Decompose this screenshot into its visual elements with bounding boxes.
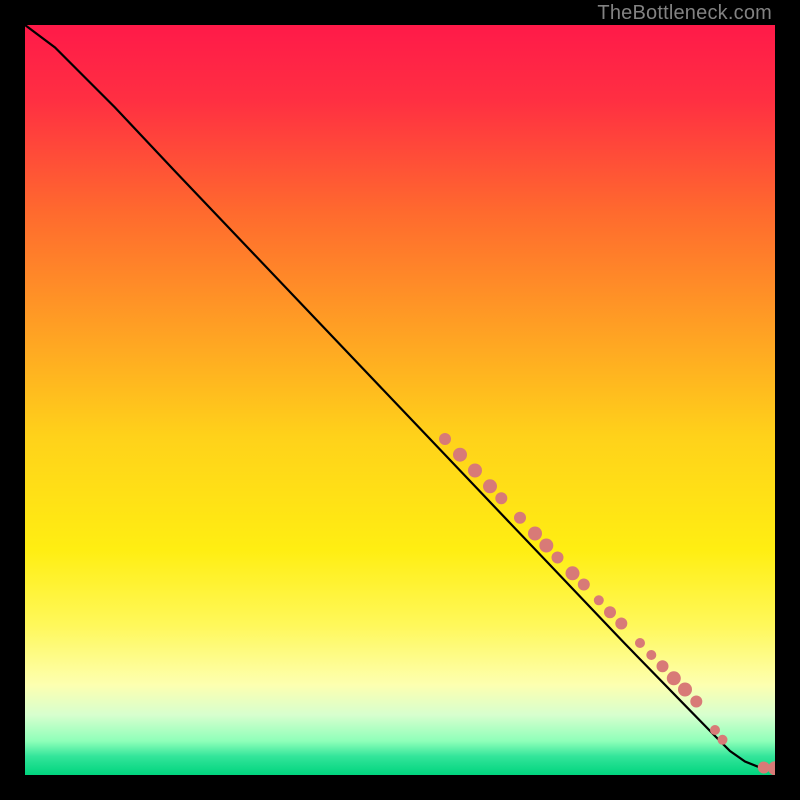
data-point <box>657 660 669 672</box>
data-point <box>690 696 702 708</box>
data-point <box>604 606 616 618</box>
data-point <box>552 552 564 564</box>
data-point <box>578 579 590 591</box>
data-point <box>635 638 645 648</box>
data-point <box>566 566 580 580</box>
data-point <box>495 492 507 504</box>
data-point <box>615 618 627 630</box>
watermark-text: TheBottleneck.com <box>597 2 772 25</box>
data-point <box>528 527 542 541</box>
data-point <box>758 762 770 774</box>
data-point <box>646 650 656 660</box>
data-point <box>667 671 681 685</box>
data-point <box>468 464 482 478</box>
data-point <box>678 683 692 697</box>
chart-frame <box>25 25 775 775</box>
data-point <box>718 735 728 745</box>
chart-svg <box>25 25 775 775</box>
data-point <box>710 725 720 735</box>
data-point <box>514 512 526 524</box>
data-point <box>594 595 604 605</box>
data-point <box>539 539 553 553</box>
data-point <box>439 433 451 445</box>
data-point <box>483 479 497 493</box>
data-point <box>453 448 467 462</box>
